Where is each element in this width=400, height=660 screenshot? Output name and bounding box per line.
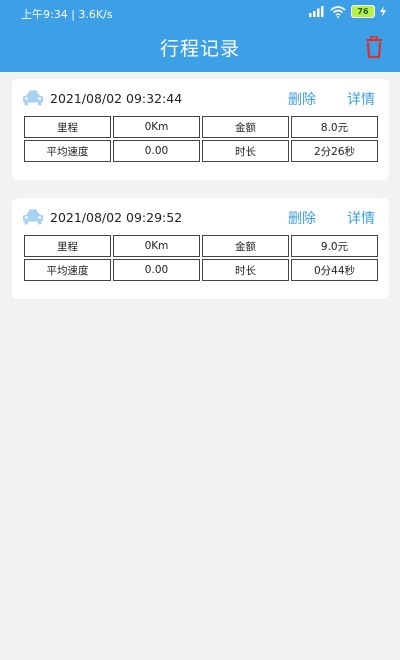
trip-datetime: 2021/08/02 09:32:44 <box>50 91 183 106</box>
amount-value: 9.0元 <box>291 235 378 257</box>
amount-label: 金额 <box>202 235 289 257</box>
trip-card: 2021/08/02 09:32:44 删除 详情 里程 0Km 金额 8.0元… <box>12 79 389 180</box>
taxi-icon <box>23 90 43 106</box>
table-row: 里程 0Km 金额 9.0元 <box>24 235 378 257</box>
duration-label: 时长 <box>202 259 289 281</box>
delete-button[interactable]: 删除 <box>288 208 316 228</box>
status-time: 上午9:34 | 3.6K/s <box>21 8 113 21</box>
wifi-icon <box>330 5 346 18</box>
mileage-label: 里程 <box>24 235 111 257</box>
trip-card-header: 2021/08/02 09:29:52 删除 详情 <box>12 198 389 234</box>
detail-button[interactable]: 详情 <box>347 89 375 109</box>
detail-button[interactable]: 详情 <box>347 208 375 228</box>
signal-icon <box>309 6 324 17</box>
trip-info-table: 里程 0Km 金额 9.0元 平均速度 0.00 时长 0分44秒 <box>22 233 380 283</box>
trip-info-table: 里程 0Km 金额 8.0元 平均速度 0.00 时长 2分26秒 <box>22 114 380 164</box>
amount-label: 金额 <box>202 116 289 138</box>
table-row: 里程 0Km 金额 8.0元 <box>24 116 378 138</box>
avg-speed-value: 0.00 <box>113 140 200 162</box>
mileage-value: 0Km <box>113 235 200 257</box>
mileage-label: 里程 <box>24 116 111 138</box>
trash-icon[interactable] <box>364 36 384 58</box>
duration-value: 2分26秒 <box>291 140 378 162</box>
avg-speed-label: 平均速度 <box>24 140 111 162</box>
charging-icon <box>380 6 386 17</box>
avg-speed-value: 0.00 <box>113 259 200 281</box>
duration-value: 0分44秒 <box>291 259 378 281</box>
taxi-icon <box>23 209 43 225</box>
trip-card-header: 2021/08/02 09:32:44 删除 详情 <box>12 79 389 115</box>
trip-datetime: 2021/08/02 09:29:52 <box>50 210 183 225</box>
amount-value: 8.0元 <box>291 116 378 138</box>
mileage-value: 0Km <box>113 116 200 138</box>
status-icons: 76 <box>309 5 386 18</box>
duration-label: 时长 <box>202 140 289 162</box>
table-row: 平均速度 0.00 时长 0分44秒 <box>24 259 378 281</box>
trip-card: 2021/08/02 09:29:52 删除 详情 里程 0Km 金额 9.0元… <box>12 198 389 299</box>
battery-icon: 76 <box>351 5 375 18</box>
avg-speed-label: 平均速度 <box>24 259 111 281</box>
page-title: 行程记录 <box>159 38 240 60</box>
status-bar: 上午9:34 | 3.6K/s 76 <box>0 0 400 24</box>
app-header: 上午9:34 | 3.6K/s 76 行程记录 <box>0 0 400 72</box>
table-row: 平均速度 0.00 时长 2分26秒 <box>24 140 378 162</box>
delete-button[interactable]: 删除 <box>288 89 316 109</box>
